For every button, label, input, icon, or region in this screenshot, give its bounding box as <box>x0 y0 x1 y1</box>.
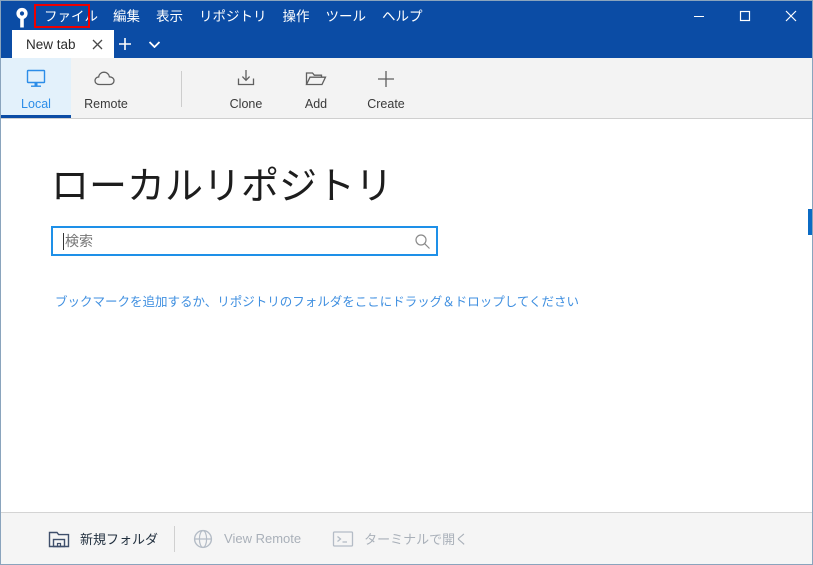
toolbar-item-create[interactable]: Create <box>351 58 421 118</box>
menu-item-repository[interactable]: リポジトリ <box>191 5 275 29</box>
window-controls <box>676 1 812 31</box>
toolbar-item-clone[interactable]: Clone <box>211 58 281 118</box>
close-icon[interactable] <box>768 1 812 31</box>
globe-icon <box>191 528 215 550</box>
application-window: ファイル 編集 表示 リポジトリ 操作 ツール ヘルプ New tab Loca… <box>0 0 813 565</box>
close-icon[interactable] <box>90 36 106 52</box>
new-folder-label: 新規フォルダ <box>80 532 159 547</box>
folder-open-icon <box>304 67 328 91</box>
menu-item-view[interactable]: 表示 <box>148 5 191 29</box>
toolbar-item-label: Clone <box>229 97 263 111</box>
text-caret <box>63 232 64 250</box>
cloud-icon <box>93 67 119 91</box>
new-tab-plus-icon[interactable] <box>115 34 135 54</box>
tab-strip: New tab <box>1 30 812 58</box>
menu-item-actions[interactable]: 操作 <box>275 5 318 29</box>
download-icon <box>235 67 257 91</box>
menu-bar: ファイル 編集 表示 リポジトリ 操作 ツール ヘルプ <box>37 5 431 29</box>
menu-item-tools[interactable]: ツール <box>318 5 375 29</box>
menu-item-file[interactable]: ファイル <box>37 5 105 29</box>
tab-label: New tab <box>26 36 76 52</box>
view-remote-label: View Remote <box>224 531 302 546</box>
terminal-icon <box>331 528 355 550</box>
toolbar-divider <box>181 71 182 107</box>
toolbar-item-label: Add <box>304 97 328 111</box>
toolbar-item-label: Create <box>367 97 405 111</box>
drag-drop-hint-link[interactable]: ブックマークを追加するか、リポジトリのフォルダをここにドラッグ＆ドロップしてくだ… <box>55 291 579 310</box>
toolbar-item-remote[interactable]: Remote <box>71 58 141 118</box>
toolbar-item-add[interactable]: Add <box>281 58 351 118</box>
content-area: ローカルリポジトリ 検索 ブックマークを追加するか、リポジトリのフォルダをここに… <box>1 119 812 513</box>
tab-new-tab[interactable]: New tab <box>12 30 114 58</box>
search-placeholder: 検索 <box>65 233 93 249</box>
open-terminal-label: ターミナルで開く <box>364 532 469 547</box>
menu-item-help[interactable]: ヘルプ <box>374 5 431 29</box>
search-icon[interactable] <box>408 233 436 250</box>
chevron-down-icon[interactable] <box>145 38 163 50</box>
bottom-bar-divider <box>174 525 176 552</box>
open-terminal-button[interactable]: ターミナルで開く <box>331 523 468 555</box>
toolbar-item-label: Local <box>21 97 51 111</box>
scrollbar-thumb[interactable] <box>808 209 812 235</box>
search-input[interactable]: 検索 <box>51 226 438 256</box>
bottom-action-bar: 新規フォルダ View Remote ターミナルで開く <box>1 512 812 564</box>
plus-icon <box>375 67 397 91</box>
sourcetree-logo-icon <box>9 4 35 30</box>
main-toolbar: Local Remote Clone Add Create <box>1 58 812 119</box>
toolbar-item-label: Remote <box>84 97 128 111</box>
minimize-icon[interactable] <box>676 1 722 31</box>
new-folder-icon <box>47 528 71 550</box>
maximize-icon[interactable] <box>722 1 768 31</box>
menu-item-edit[interactable]: 編集 <box>105 5 148 29</box>
page-title: ローカルリポジトリ <box>51 166 394 208</box>
new-folder-button[interactable]: 新規フォルダ <box>47 523 158 555</box>
toolbar-item-local[interactable]: Local <box>1 58 71 118</box>
view-remote-button[interactable]: View Remote <box>191 523 301 555</box>
monitor-icon <box>24 67 48 91</box>
